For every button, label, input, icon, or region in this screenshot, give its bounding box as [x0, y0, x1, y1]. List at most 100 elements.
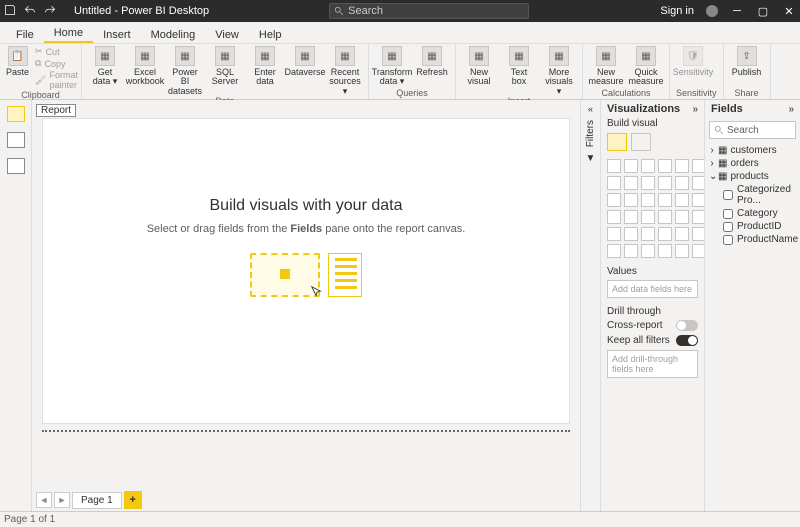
visual-type-14[interactable] [641, 193, 655, 207]
visual-type-33[interactable] [658, 244, 672, 258]
visualizations-pane: Visualizations» Build visual Values Add … [600, 100, 704, 511]
visual-type-18[interactable] [607, 210, 621, 224]
canvas-subtext: Select or drag fields from the Fields pa… [147, 223, 466, 235]
search-icon [714, 125, 724, 135]
queries-button-0[interactable]: ▦Transform data ▾ [375, 46, 409, 87]
ribbon-tabs: File Home Insert Modeling View Help [0, 22, 800, 44]
visual-type-19[interactable] [624, 210, 638, 224]
collapse-fields-icon[interactable]: » [788, 104, 794, 115]
data-button-1[interactable]: ▦Excel workbook [128, 46, 162, 87]
sign-in-link[interactable]: Sign in [660, 5, 694, 17]
keep-filters-toggle[interactable] [676, 335, 698, 346]
visual-type-13[interactable] [624, 193, 638, 207]
tab-insert[interactable]: Insert [93, 26, 141, 43]
table-products[interactable]: ⌄▦products [709, 170, 796, 183]
data-button-3[interactable]: ▦SQL Server [208, 46, 242, 87]
report-view-icon[interactable] [7, 106, 25, 122]
visual-type-27[interactable] [658, 227, 672, 241]
visual-type-10[interactable] [675, 176, 689, 190]
visual-type-32[interactable] [641, 244, 655, 258]
tab-help[interactable]: Help [249, 26, 292, 43]
insert-button-0[interactable]: ▦New visual [462, 46, 496, 87]
report-canvas[interactable]: Build visuals with your data Select or d… [42, 118, 570, 424]
data-button-4[interactable]: ▦Enter data [248, 46, 282, 87]
data-button-5[interactable]: ▦Dataverse [288, 46, 322, 77]
collapse-vis-icon[interactable]: » [692, 104, 698, 115]
visual-type-9[interactable] [658, 176, 672, 190]
paste-button[interactable]: 📋Paste [6, 46, 29, 77]
visual-type-6[interactable] [607, 176, 621, 190]
build-visual-label: Build visual [601, 118, 704, 129]
tab-view[interactable]: View [205, 26, 249, 43]
field-ProductName[interactable]: ProductName [723, 233, 796, 246]
expand-filters-icon[interactable]: « [588, 104, 593, 114]
visual-type-20[interactable] [641, 210, 655, 224]
fields-pane: Fields » Search ›▦customers›▦orders⌄▦prod… [704, 100, 800, 511]
page-tab-1[interactable]: Page 1 [72, 492, 122, 509]
fields-search-placeholder: Search [727, 125, 759, 136]
filters-rail[interactable]: « Filters ▼ [580, 100, 600, 511]
visual-type-7[interactable] [624, 176, 638, 190]
insert-button-1[interactable]: ▦Text box [502, 46, 536, 87]
window-title: Untitled - Power BI Desktop [74, 5, 209, 17]
visual-type-26[interactable] [641, 227, 655, 241]
model-view-icon[interactable] [7, 158, 25, 174]
field-Category[interactable]: Category [723, 207, 796, 220]
close-button[interactable]: ✕ [782, 5, 796, 18]
add-page-button[interactable]: + [124, 491, 142, 509]
page-prev-button[interactable]: ◄ [36, 492, 52, 508]
calc-button-0[interactable]: ▦New measure [589, 46, 623, 87]
fields-pane-title: Fields [711, 103, 743, 115]
data-button-6[interactable]: ▦Recent sources ▾ [328, 46, 362, 96]
visual-type-0[interactable] [607, 159, 621, 173]
visual-type-4[interactable] [675, 159, 689, 173]
titlebar-search[interactable]: Search [329, 3, 529, 19]
maximize-button[interactable]: ▢ [756, 5, 770, 18]
values-well[interactable]: Add data fields here [607, 280, 698, 298]
group-share: Share [730, 88, 764, 98]
visual-type-16[interactable] [675, 193, 689, 207]
insert-button-2[interactable]: ▦More visuals ▾ [542, 46, 576, 96]
publish-button[interactable]: ⇪Publish [730, 46, 764, 77]
visual-type-12[interactable] [607, 193, 621, 207]
build-visual-mode-icon[interactable] [607, 133, 627, 151]
data-button-2[interactable]: ▦Power BI datasets [168, 46, 202, 96]
save-icon[interactable] [4, 4, 16, 19]
visual-type-1[interactable] [624, 159, 638, 173]
field-Categorized Pro...[interactable]: Categorized Pro... [723, 183, 796, 207]
data-view-icon[interactable] [7, 132, 25, 148]
redo-icon[interactable] [44, 4, 56, 19]
table-orders[interactable]: ›▦orders [709, 157, 796, 170]
format-visual-mode-icon[interactable] [631, 133, 651, 151]
tab-file[interactable]: File [6, 26, 44, 43]
visual-type-34[interactable] [675, 244, 689, 258]
visual-type-21[interactable] [658, 210, 672, 224]
visual-type-8[interactable] [641, 176, 655, 190]
cross-report-toggle[interactable] [676, 320, 698, 331]
tab-modeling[interactable]: Modeling [141, 26, 206, 43]
drillthrough-well[interactable]: Add drill-through fields here [607, 350, 698, 378]
visual-type-30[interactable] [607, 244, 621, 258]
tab-home[interactable]: Home [44, 24, 93, 43]
avatar-icon[interactable] [706, 5, 718, 17]
visual-type-24[interactable] [607, 227, 621, 241]
visual-type-22[interactable] [675, 210, 689, 224]
field-ProductID[interactable]: ProductID [723, 220, 796, 233]
calc-button-1[interactable]: ▦Quick measure [629, 46, 663, 87]
visual-type-31[interactable] [624, 244, 638, 258]
fields-tree: ›▦customers›▦orders⌄▦productsCategorized… [705, 142, 800, 248]
minimize-button[interactable]: ─ [730, 5, 744, 17]
table-customers[interactable]: ›▦customers [709, 144, 796, 157]
page-next-button[interactable]: ► [54, 492, 70, 508]
visual-type-25[interactable] [624, 227, 638, 241]
visual-type-2[interactable] [641, 159, 655, 173]
visual-type-15[interactable] [658, 193, 672, 207]
visual-type-3[interactable] [658, 159, 672, 173]
vis-pane-title: Visualizations [607, 103, 680, 115]
visual-type-28[interactable] [675, 227, 689, 241]
undo-icon[interactable] [24, 4, 36, 19]
queries-button-1[interactable]: ▦Refresh [415, 46, 449, 77]
fields-search[interactable]: Search [709, 121, 796, 139]
data-button-0[interactable]: ▦Get data ▾ [88, 46, 122, 87]
sensitivity-button: 🛡Sensitivity [676, 46, 710, 77]
